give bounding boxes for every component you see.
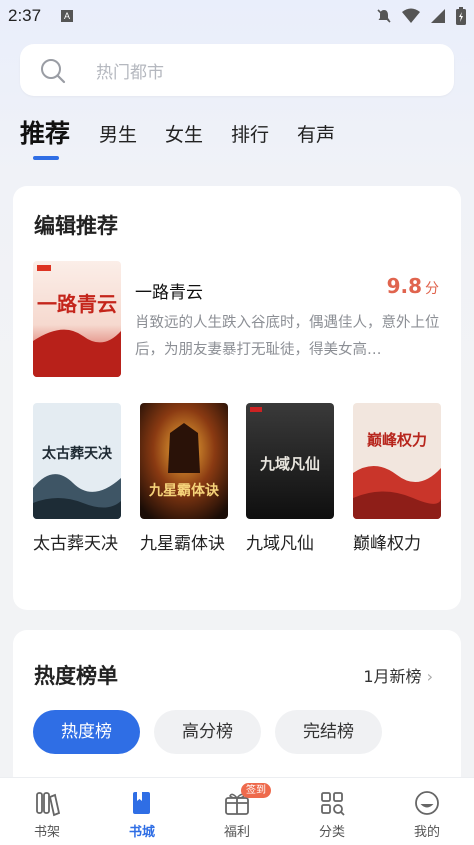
- nav-label: 书架: [33, 825, 60, 840]
- notification-a-icon: A: [61, 10, 73, 22]
- book-item[interactable]: 九域凡仙 九域凡仙: [246, 403, 336, 557]
- book-cover[interactable]: 九星霸体诀: [140, 403, 228, 519]
- search-icon: [40, 58, 66, 88]
- svg-text:巅峰权力: 巅峰权力: [367, 431, 427, 449]
- nav-profile[interactable]: 我的: [380, 778, 474, 845]
- category-icon: [319, 789, 345, 821]
- status-bar: 2:37 A: [0, 0, 474, 32]
- new-list-link[interactable]: 1月新榜 ›: [363, 663, 433, 687]
- svg-text:九域凡仙: 九域凡仙: [259, 455, 320, 473]
- active-tab-indicator: [33, 156, 59, 160]
- tab-audio[interactable]: 有声: [297, 120, 335, 147]
- book-item[interactable]: 太古葬天决 太古葬天决: [33, 403, 123, 557]
- book-title[interactable]: 九星霸体诀: [140, 531, 236, 557]
- signal-icon: [430, 8, 446, 24]
- book-cover[interactable]: 巅峰权力: [353, 403, 441, 519]
- editor-picks-card: 编辑推荐 一路青云 一路青云 9.8 分 肖致远的人生跌入谷底时，偶遇佳人，意外上…: [13, 186, 461, 610]
- book-item[interactable]: 巅峰权力 巅峰权力: [353, 403, 443, 557]
- nav-label: 书城: [128, 825, 155, 840]
- status-time: 2:37: [8, 6, 42, 25]
- bell-off-icon: [376, 8, 392, 24]
- featured-book-description: 肖致远的人生跌入谷底时，偶遇佳人，意外上位后，为朋友妻暴打无耻徒，得美女高…: [135, 315, 440, 358]
- wifi-icon: [402, 8, 420, 24]
- featured-cover-title: 一路青云: [37, 292, 117, 316]
- svg-text:九星霸体诀: 九星霸体诀: [148, 482, 220, 499]
- featured-book-score: 9.8 分: [386, 274, 439, 298]
- bookstore-icon: [129, 789, 155, 821]
- chip-hot[interactable]: 热度榜: [33, 710, 140, 754]
- hot-list-card: 热度榜单 1月新榜 › 热度榜 高分榜 完结榜: [13, 630, 461, 790]
- book-title[interactable]: 九域凡仙: [246, 531, 342, 557]
- chip-completed[interactable]: 完结榜: [275, 710, 382, 754]
- featured-book-title[interactable]: 一路青云: [135, 278, 203, 303]
- tab-recommend[interactable]: 推荐: [20, 114, 70, 150]
- bookshelf-icon: [34, 789, 61, 821]
- book-item[interactable]: 九星霸体诀 九星霸体诀: [140, 403, 230, 557]
- nav-bookshelf[interactable]: 书架: [0, 778, 94, 845]
- nav-label: 福利: [223, 825, 250, 840]
- nav-welfare[interactable]: 签到 福利: [190, 778, 284, 845]
- section-title: 热度榜单: [34, 664, 118, 688]
- category-tabs: 推荐 男生 女生 排行 有声: [20, 114, 460, 162]
- search-placeholder: 热门都市: [96, 63, 164, 83]
- book-cover[interactable]: 九域凡仙: [246, 403, 334, 519]
- nav-category[interactable]: 分类: [285, 778, 379, 845]
- book-cover[interactable]: 太古葬天决: [33, 403, 121, 519]
- book-title[interactable]: 巅峰权力: [353, 531, 449, 557]
- chevron-right-icon: ›: [426, 667, 433, 686]
- book-title[interactable]: 太古葬天决: [33, 531, 129, 557]
- bottom-navigation: 书架 书城 签到 福利 分类 我的: [0, 777, 474, 845]
- tab-female[interactable]: 女生: [165, 120, 203, 147]
- profile-icon: [414, 789, 440, 821]
- featured-book-cover[interactable]: 一路青云: [33, 261, 121, 377]
- svg-text:太古葬天决: 太古葬天决: [42, 445, 113, 462]
- section-title: 编辑推荐: [34, 214, 118, 238]
- search-bar[interactable]: 热门都市: [20, 44, 454, 96]
- tab-ranking[interactable]: 排行: [231, 120, 269, 147]
- battery-icon: [456, 7, 466, 25]
- nav-bookstore[interactable]: 书城: [95, 778, 189, 845]
- nav-label: 我的: [413, 825, 440, 840]
- tab-male[interactable]: 男生: [99, 120, 137, 147]
- nav-label: 分类: [318, 825, 345, 840]
- chip-high-score[interactable]: 高分榜: [154, 710, 261, 754]
- checkin-badge: 签到: [241, 783, 271, 798]
